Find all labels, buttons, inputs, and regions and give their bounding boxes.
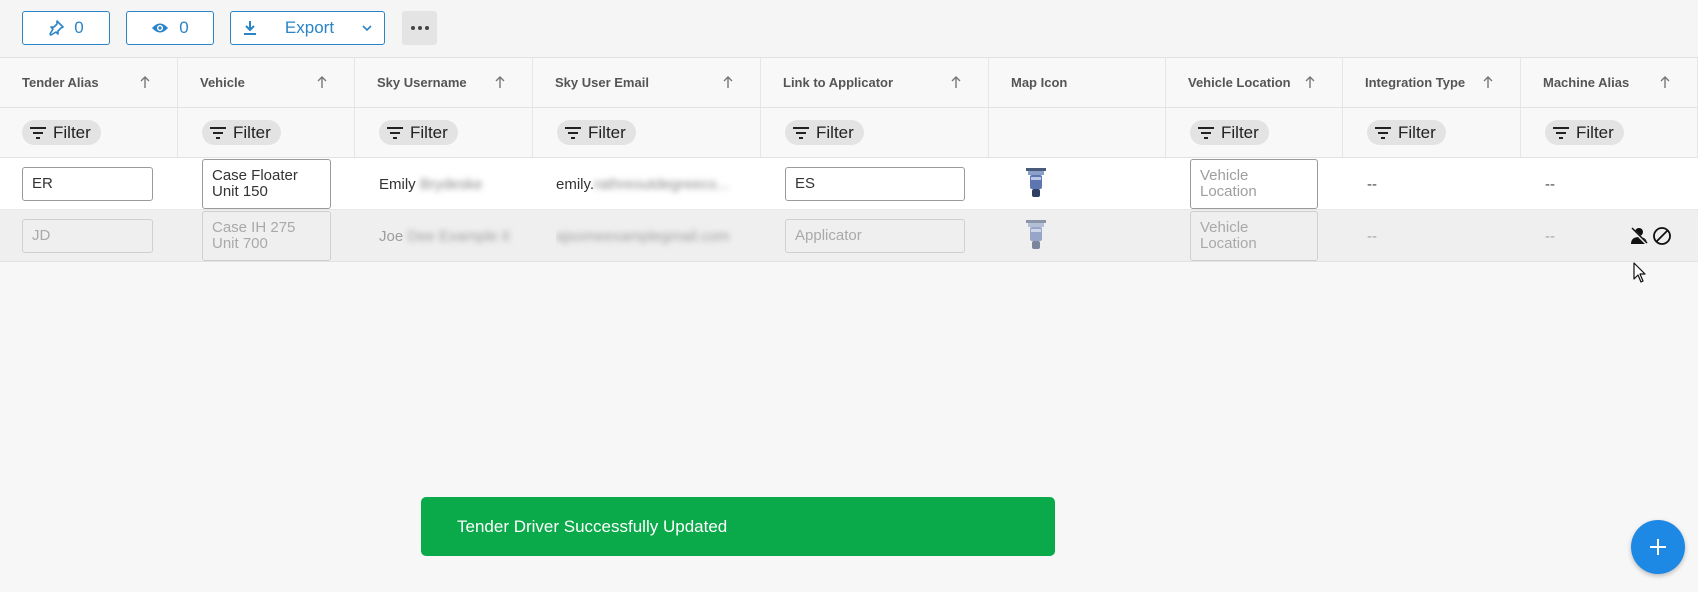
eye-icon: [151, 21, 169, 35]
block-icon[interactable]: [1652, 226, 1672, 246]
sky-username-cell: Emily Brydeske: [379, 175, 483, 193]
integration-type-cell: --: [1367, 175, 1377, 193]
success-toast: Tender Driver Successfully Updated: [421, 497, 1055, 556]
sort-arrow-icon[interactable]: [950, 75, 962, 89]
column-header-integration-type[interactable]: Integration Type: [1343, 58, 1521, 107]
integration-type-cell: --: [1367, 227, 1377, 245]
export-label: Export: [284, 18, 335, 37]
filter-button-tender-alias[interactable]: Filter: [22, 120, 101, 145]
vehicle-location-input[interactable]: Vehicle Location: [1190, 159, 1318, 209]
filter-icon: [1553, 126, 1569, 139]
filter-button-vehicle-location[interactable]: Filter: [1190, 120, 1269, 145]
filter-row: Filter Filter Filter Filter Filter Filte…: [0, 108, 1698, 158]
filter-button-integration-type[interactable]: Filter: [1367, 120, 1446, 145]
mouse-cursor-icon: [1633, 262, 1646, 283]
column-header-machine-alias[interactable]: Machine Alias: [1521, 58, 1698, 107]
filter-cell-map-icon: [989, 108, 1166, 157]
filter-icon: [565, 126, 581, 139]
plus-icon: [1650, 539, 1666, 555]
filter-icon: [30, 126, 46, 139]
visible-columns-button[interactable]: 0: [126, 11, 214, 45]
filter-button-sky-username[interactable]: Filter: [379, 120, 458, 145]
table-row[interactable]: ER Case Floater Unit 150 Emily Brydeske …: [0, 158, 1698, 210]
filter-icon: [210, 126, 226, 139]
sky-user-email-cell: emily. rathreoutdegreeco...: [556, 175, 730, 193]
column-header-sky-user-email[interactable]: Sky User Email: [533, 58, 761, 107]
filter-button-vehicle[interactable]: Filter: [202, 120, 281, 145]
column-header-link-to-applicator[interactable]: Link to Applicator: [761, 58, 989, 107]
filter-button-machine-alias[interactable]: Filter: [1545, 120, 1624, 145]
sky-username-cell: Joe Dee Example II: [379, 227, 510, 245]
export-button[interactable]: Export: [230, 11, 385, 45]
filter-button-link-to-applicator[interactable]: Filter: [785, 120, 864, 145]
sort-arrow-icon[interactable]: [316, 75, 328, 89]
toast-message: Tender Driver Successfully Updated: [457, 516, 728, 536]
download-icon: [243, 20, 257, 36]
grid-toolbar: 0 0 Export: [0, 0, 1698, 57]
applicator-input[interactable]: Applicator: [785, 219, 965, 253]
pinned-columns-button[interactable]: 0: [22, 11, 110, 45]
filter-icon: [1375, 126, 1391, 139]
ellipsis-icon: [410, 26, 415, 30]
user-disabled-icon[interactable]: [1629, 226, 1649, 246]
machine-alias-cell: --: [1545, 227, 1555, 245]
sort-arrow-icon[interactable]: [1482, 75, 1494, 89]
column-header-tender-alias[interactable]: Tender Alias: [0, 58, 178, 107]
header-row: Tender Alias Vehicle Sky Username Sky Us…: [0, 57, 1698, 108]
filter-button-sky-user-email[interactable]: Filter: [557, 120, 636, 145]
column-header-vehicle-location[interactable]: Vehicle Location: [1166, 58, 1343, 107]
column-header-vehicle[interactable]: Vehicle: [178, 58, 355, 107]
tender-truck-map-icon[interactable]: [1024, 219, 1048, 253]
visible-count: 0: [179, 18, 189, 37]
vehicle-input[interactable]: Case IH 275 Unit 700: [202, 211, 331, 261]
tender-alias-input[interactable]: JD: [22, 219, 153, 253]
sort-arrow-icon[interactable]: [722, 75, 734, 89]
sky-user-email-cell: ajsomeexamplegmail.com: [556, 227, 730, 245]
vehicle-location-input[interactable]: Vehicle Location: [1190, 211, 1318, 261]
pinned-count: 0: [74, 18, 84, 37]
tender-alias-input[interactable]: ER: [22, 167, 153, 201]
table-row[interactable]: JD Case IH 275 Unit 700 Joe Dee Example …: [0, 210, 1698, 262]
sort-arrow-icon[interactable]: [1659, 75, 1671, 89]
add-tender-driver-button[interactable]: [1631, 520, 1685, 574]
applicator-input[interactable]: ES: [785, 167, 965, 201]
filter-icon: [793, 126, 809, 139]
filter-icon: [387, 126, 403, 139]
column-header-map-icon[interactable]: Map Icon: [989, 58, 1166, 107]
vehicle-input[interactable]: Case Floater Unit 150: [202, 159, 331, 209]
sort-arrow-icon[interactable]: [1304, 75, 1316, 89]
more-options-button[interactable]: [402, 11, 437, 45]
chevron-down-icon: [362, 25, 372, 31]
pin-icon: [48, 20, 65, 36]
sort-arrow-icon[interactable]: [139, 75, 151, 89]
column-header-sky-username[interactable]: Sky Username: [355, 58, 533, 107]
filter-icon: [1198, 126, 1214, 139]
machine-alias-cell: --: [1545, 175, 1555, 193]
sort-arrow-icon[interactable]: [494, 75, 506, 89]
tender-truck-map-icon[interactable]: [1024, 167, 1048, 201]
